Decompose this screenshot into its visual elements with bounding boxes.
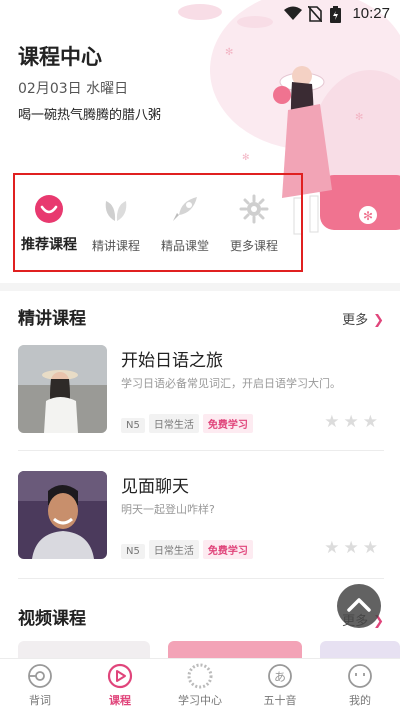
tab-vocab[interactable]: 背词 [10, 663, 70, 708]
rating-stars: ★★★ [324, 412, 382, 432]
tab-label: 五十音 [263, 694, 297, 707]
course-tags: N5 日常生活 免费学习 [121, 539, 257, 559]
svg-text:あ: あ [274, 670, 286, 684]
featured-more-link[interactable]: 更多 ❯ [342, 309, 384, 328]
chevron-up-icon [347, 598, 371, 612]
clock: 10:27 [352, 5, 390, 22]
wifi-icon [284, 6, 302, 20]
category-label: 精品课堂 [160, 239, 209, 253]
chevron-right-icon: ❯ [373, 313, 384, 328]
course-card[interactable]: 开始日语之旅 学习日语必备常见词汇，开启日语学习大门。 N5 日常生活 免费学习 ★… [18, 345, 384, 437]
face-icon [348, 664, 372, 688]
leaf-icon [105, 201, 127, 221]
wreath-icon [187, 663, 213, 689]
no-sim-icon [308, 6, 322, 22]
course-description: 明天一起登山咋样? [121, 503, 215, 516]
topic-tag: 日常生活 [148, 540, 199, 559]
category-premium[interactable]: 精品课堂 [150, 193, 220, 254]
gear-icon [239, 194, 269, 224]
course-title: 开始日语之旅 [121, 351, 223, 371]
svg-text:✻: ✻ [242, 153, 250, 163]
tab-label: 学习中心 [178, 694, 222, 707]
course-description: 学习日语必备常见词汇，开启日语学习大门。 [121, 377, 341, 390]
category-more[interactable]: 更多课程 [219, 193, 289, 254]
level-tag: N5 [121, 418, 145, 433]
free-tag: 免费学习 [202, 540, 253, 559]
section-divider [0, 283, 400, 291]
tab-label: 背词 [29, 694, 51, 707]
smile-icon [35, 195, 63, 223]
date-label: 02月03日 水曜日 [18, 81, 129, 97]
row-divider [18, 578, 384, 579]
rating-stars: ★★★ [324, 538, 382, 558]
rocket-icon [173, 197, 197, 221]
category-recommended[interactable]: 推荐课程 [14, 193, 84, 254]
tab-courses[interactable]: 课程 [90, 663, 150, 708]
tab-profile[interactable]: 我的 [330, 663, 390, 708]
tab-study-center[interactable]: 学习中心 [170, 663, 230, 708]
tab-label: 课程 [109, 694, 131, 707]
featured-section-title: 精讲课程 [18, 309, 86, 329]
svg-text:✻: ✻ [363, 209, 373, 223]
battery-icon [330, 6, 341, 23]
svg-text:✻: ✻ [355, 112, 363, 123]
free-tag: 免费学习 [202, 414, 253, 433]
course-card[interactable]: 见面聊天 明天一起登山咋样? N5 日常生活 免费学习 ★★★ [18, 471, 384, 563]
status-bar: 10:27 [0, 0, 400, 28]
category-label: 推荐课程 [21, 237, 77, 253]
more-label: 更多 [342, 313, 369, 328]
category-label: 精讲课程 [91, 239, 140, 253]
category-featured[interactable]: 精讲课程 [81, 193, 151, 254]
kana-icon: あ [268, 664, 292, 688]
bottom-tab-bar: 背词 课程 学习中心 あ 五十音 我的 [0, 658, 400, 710]
course-title: 见面聊天 [121, 477, 189, 497]
play-icon [107, 663, 133, 689]
page-title: 课程中心 [18, 45, 102, 69]
course-tags: N5 日常生活 免费学习 [121, 413, 257, 433]
row-divider [18, 450, 384, 451]
tab-label: 我的 [349, 694, 371, 707]
back-to-top-button[interactable] [337, 584, 381, 628]
svg-text:✻: ✻ [225, 47, 233, 58]
course-thumbnail [18, 471, 107, 559]
course-thumbnail [18, 345, 107, 433]
category-label: 更多课程 [229, 239, 278, 253]
category-nav: 推荐课程 精讲课程 精品课堂 更多课程 [13, 173, 303, 272]
tab-kana[interactable]: あ 五十音 [250, 663, 310, 708]
daily-slogan: 喝一碗热气腾腾的腊八粥 [18, 108, 162, 123]
video-section-title: 视频课程 [18, 609, 86, 629]
target-icon [28, 664, 52, 688]
topic-tag: 日常生活 [148, 414, 199, 433]
level-tag: N5 [121, 544, 145, 559]
